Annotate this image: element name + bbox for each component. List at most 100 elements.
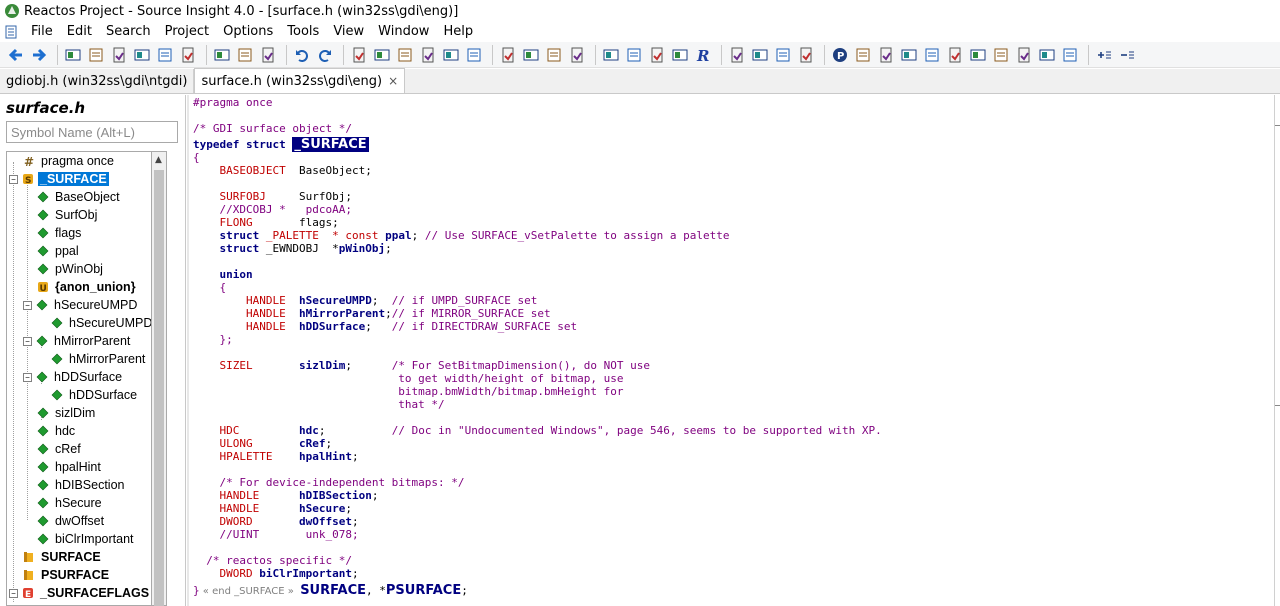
collapse-toggle-icon[interactable]: −: [9, 174, 18, 184]
tree-item[interactable]: # pragma once: [7, 152, 151, 170]
tree-item[interactable]: hdc: [7, 422, 151, 440]
tree-item[interactable]: hpalHint: [7, 458, 151, 476]
editor-overview-bar[interactable]: [1274, 95, 1280, 606]
overview-mark: [1275, 405, 1280, 406]
undo-icon[interactable]: [292, 45, 312, 65]
tree-item[interactable]: − hDDSurface: [7, 368, 151, 386]
jump-icon[interactable]: [567, 45, 587, 65]
panel-db-icon-glyph: [994, 48, 1008, 61]
panel-split-icon[interactable]: [968, 45, 988, 65]
back-arrow-icon[interactable]: [6, 45, 26, 65]
save-icon[interactable]: [109, 45, 129, 65]
menu-window[interactable]: Window: [371, 22, 436, 42]
panel-merge-icon[interactable]: [1037, 45, 1057, 65]
tree-item[interactable]: cRef: [7, 440, 151, 458]
jump-down-icon[interactable]: [395, 45, 415, 65]
menu-help[interactable]: Help: [436, 22, 480, 42]
tree-item[interactable]: − hSecureUMPD: [7, 296, 151, 314]
panel-list-icon[interactable]: [1060, 45, 1080, 65]
browse-icon[interactable]: [464, 45, 484, 65]
tree-item[interactable]: pWinObj: [7, 260, 151, 278]
zoom-out-icon[interactable]: [1117, 45, 1137, 65]
context-icon[interactable]: [624, 45, 644, 65]
menu-search[interactable]: Search: [99, 22, 158, 42]
forward-arrow-icon[interactable]: [29, 45, 49, 65]
tree-item[interactable]: SurfObj: [7, 206, 151, 224]
tree-item[interactable]: PSURFACE: [7, 566, 151, 584]
copy-icon[interactable]: [235, 45, 255, 65]
lookup-icon[interactable]: [418, 45, 438, 65]
tree-item[interactable]: U {anon_union}: [7, 278, 151, 296]
symbol-search-input[interactable]: [6, 121, 178, 143]
search-file-icon[interactable]: [349, 45, 369, 65]
tree-item[interactable]: sizlDim: [7, 404, 151, 422]
tree-item[interactable]: biClrImportant: [7, 530, 151, 548]
redo-icon[interactable]: [315, 45, 335, 65]
panel-link-icon[interactable]: [922, 45, 942, 65]
tab-gdiobj-h[interactable]: gdiobj.h (win32ss\gdi\ntgdi): [0, 69, 195, 93]
rename-icon[interactable]: R: [693, 45, 713, 65]
panel-q-icon[interactable]: [945, 45, 965, 65]
tree-item[interactable]: hSecure: [7, 494, 151, 512]
scrollbar-thumb[interactable]: [154, 170, 164, 606]
tab-surface-h[interactable]: surface.h (win32ss\gdi\eng) ×: [194, 68, 406, 93]
tree-item[interactable]: hDDSurface: [7, 386, 151, 404]
replace-icon[interactable]: [441, 45, 461, 65]
menu-options[interactable]: Options: [216, 22, 280, 42]
menu-file[interactable]: File: [24, 22, 60, 42]
close-file-icon[interactable]: [155, 45, 175, 65]
tree-item[interactable]: − hMirrorParent: [7, 332, 151, 350]
window-a-icon[interactable]: [727, 45, 747, 65]
collapse-toggle-icon[interactable]: −: [23, 300, 32, 310]
collapse-toggle-icon[interactable]: −: [23, 336, 32, 346]
panel-p-icon[interactable]: P: [830, 45, 850, 65]
panel-bird-icon[interactable]: [1014, 45, 1034, 65]
tree-item[interactable]: hDIBSection: [7, 476, 151, 494]
panel-grid-icon[interactable]: [853, 45, 873, 65]
print-icon[interactable]: [178, 45, 198, 65]
symbol-info-icon[interactable]: [601, 45, 621, 65]
panel-tree-icon[interactable]: [876, 45, 896, 65]
scroll-up-arrow-icon[interactable]: ▲: [155, 155, 162, 165]
window-b-icon[interactable]: [750, 45, 770, 65]
window-c-icon[interactable]: [773, 45, 793, 65]
symbol-tree-scrollbar[interactable]: ▲: [151, 151, 167, 606]
relation-icon[interactable]: [647, 45, 667, 65]
code-token: HPALETTE: [219, 450, 273, 463]
tree-item[interactable]: dwOffset: [7, 512, 151, 530]
tree-item[interactable]: hSecureUMPD: [7, 314, 151, 332]
title-bar: Reactos Project - Source Insight 4.0 - […: [0, 0, 1280, 22]
code-line: {: [193, 151, 200, 164]
save-all-icon[interactable]: [132, 45, 152, 65]
menu-edit[interactable]: Edit: [60, 22, 99, 42]
menu-project[interactable]: Project: [158, 22, 216, 42]
zoom-in-icon[interactable]: [1094, 45, 1114, 65]
bookmark-next-icon[interactable]: [521, 45, 541, 65]
menu-view[interactable]: View: [326, 22, 371, 42]
goto-line-icon[interactable]: [544, 45, 564, 65]
tree-item[interactable]: ppal: [7, 242, 151, 260]
cut-icon[interactable]: [212, 45, 232, 65]
document-menu-icon[interactable]: [4, 25, 18, 39]
code-editor[interactable]: #pragma once /* GDI surface object */ type…: [187, 95, 1274, 606]
panel-s-icon[interactable]: [899, 45, 919, 65]
new-file-icon[interactable]: [63, 45, 83, 65]
open-file-icon[interactable]: [86, 45, 106, 65]
tree-item[interactable]: BaseObject: [7, 188, 151, 206]
bookmark-prev-icon[interactable]: [498, 45, 518, 65]
build-icon[interactable]: [670, 45, 690, 65]
print-icon-glyph: [182, 47, 194, 62]
close-icon[interactable]: ×: [388, 74, 398, 88]
paste-icon[interactable]: [258, 45, 278, 65]
tree-item[interactable]: hMirrorParent: [7, 350, 151, 368]
panel-db-icon[interactable]: [991, 45, 1011, 65]
tree-item[interactable]: − E _SURFACEFLAGS: [7, 584, 151, 602]
collapse-toggle-icon[interactable]: −: [23, 372, 32, 382]
collapse-toggle-icon[interactable]: −: [9, 588, 18, 598]
window-d-icon[interactable]: [796, 45, 816, 65]
tree-item[interactable]: SURFACE: [7, 548, 151, 566]
menu-tools[interactable]: Tools: [280, 22, 326, 42]
tree-item[interactable]: flags: [7, 224, 151, 242]
jump-up-icon[interactable]: [372, 45, 392, 65]
tree-item[interactable]: − S _SURFACE: [7, 170, 151, 188]
